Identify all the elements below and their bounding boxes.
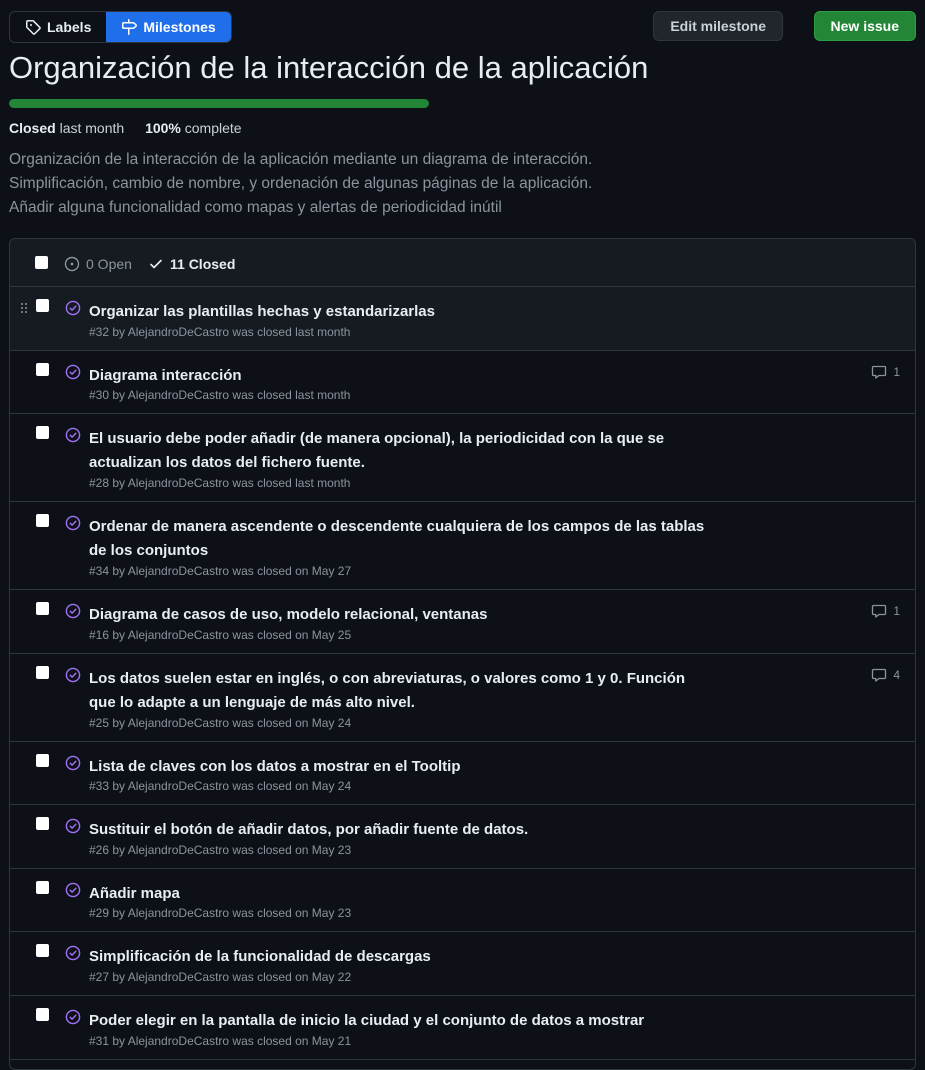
issue-checkbox[interactable]	[36, 514, 49, 527]
milestones-label: Milestones	[143, 19, 216, 35]
edit-milestone-button[interactable]: Edit milestone	[653, 11, 783, 41]
milestone-icon	[122, 19, 138, 35]
issue-row[interactable]: Diagrama interacción #30 by AlejandroDeCa…	[10, 351, 915, 414]
issue-closed-icon	[65, 818, 81, 834]
comment-count: 1	[893, 604, 900, 618]
issue-meta: #31 by AlejandroDeCastro was closed on M…	[89, 1034, 352, 1048]
issue-closed-icon	[65, 755, 81, 771]
toolbar: Labels Milestones Edit milestone New iss…	[9, 11, 916, 43]
issue-row[interactable]: Sustituir el botón de añadir datos, por …	[10, 805, 915, 869]
status-closed-label: Closed	[9, 120, 56, 136]
comment-icon	[872, 668, 887, 682]
issue-checkbox[interactable]	[36, 363, 49, 376]
check-icon	[150, 259, 162, 269]
issue-title[interactable]: Añadir mapa	[89, 882, 709, 906]
issue-row[interactable]: Ordenar de manera ascendente o descenden…	[10, 502, 915, 590]
complete-label: complete	[184, 120, 242, 136]
issue-title[interactable]: Lista de claves con los datos a mostrar …	[89, 755, 709, 779]
issue-checkbox[interactable]	[36, 602, 49, 615]
issue-closed-icon	[65, 945, 81, 961]
issue-title[interactable]: Organizar las plantillas hechas y estand…	[89, 300, 709, 324]
status-closed-when: last month	[59, 120, 125, 136]
issue-closed-icon	[65, 882, 81, 898]
issue-comments[interactable]: 1	[871, 603, 900, 619]
comment-count: 4	[893, 668, 900, 682]
description-line: Organización de la interacción de la apl…	[9, 151, 593, 168]
issue-meta: #34 by AlejandroDeCastro was closed on M…	[89, 564, 352, 578]
issue-title[interactable]: El usuario debe poder añadir (de manera …	[89, 427, 709, 475]
progress-bar-fill	[9, 99, 429, 108]
issue-row[interactable]: Organizar las plantillas hechas y estand…	[10, 287, 915, 351]
issue-row[interactable]: El usuario debe poder añadir (de manera …	[10, 414, 915, 502]
milestone-status: Closed last month 100% complete	[9, 120, 242, 136]
issue-row[interactable]: Simplificación de la funcionalidad de de…	[10, 932, 915, 996]
milestone-title: Organización de la interacción de la apl…	[9, 50, 649, 85]
labels-milestones-switch: Labels Milestones	[9, 11, 232, 43]
issue-checkbox[interactable]	[36, 666, 49, 679]
issue-checkbox[interactable]	[36, 944, 49, 957]
issue-checkbox[interactable]	[36, 1008, 49, 1021]
tag-icon	[26, 20, 41, 35]
select-all-checkbox[interactable]	[35, 256, 48, 269]
issue-closed-icon	[65, 300, 81, 316]
issue-meta: #28 by AlejandroDeCastro was closed last…	[89, 476, 351, 490]
issue-title[interactable]: Simplificación de la funcionalidad de de…	[89, 945, 709, 969]
issue-row[interactable]: Lista de claves con los datos a mostrar …	[10, 742, 915, 805]
issue-open-icon	[64, 256, 80, 272]
issue-title[interactable]: Diagrama de casos de uso, modelo relacio…	[89, 603, 709, 627]
issue-closed-icon	[65, 515, 81, 531]
issue-meta: #32 by AlejandroDeCastro was closed last…	[89, 325, 351, 339]
labels-button[interactable]: Labels	[10, 12, 106, 42]
description-line: Añadir alguna funcionalidad como mapas y…	[9, 199, 502, 216]
issue-checkbox[interactable]	[36, 881, 49, 894]
issue-title[interactable]: Ordenar de manera ascendente o descenden…	[89, 515, 709, 563]
issue-row[interactable]: Diagrama de casos de uso, modelo relacio…	[10, 590, 915, 654]
new-issue-button[interactable]: New issue	[813, 11, 916, 41]
issue-meta: #30 by AlejandroDeCastro was closed last…	[89, 388, 351, 402]
issue-title[interactable]: Sustituir el botón de añadir datos, por …	[89, 818, 709, 842]
issue-meta: #16 by AlejandroDeCastro was closed on M…	[89, 628, 352, 642]
percent-complete: 100%	[145, 120, 181, 136]
closed-filter[interactable]: 11 Closed	[148, 256, 235, 272]
issue-meta: #27 by AlejandroDeCastro was closed on M…	[89, 970, 352, 984]
drag-handle-icon[interactable]	[20, 302, 28, 314]
issue-checkbox[interactable]	[36, 817, 49, 830]
milestone-description: Organización de la interacción de la apl…	[9, 148, 592, 220]
issue-title[interactable]: Poder elegir en la pantalla de inicio la…	[89, 1009, 709, 1033]
progress-bar	[9, 99, 429, 108]
issue-title[interactable]: Diagrama interacción	[89, 364, 709, 388]
comment-count: 1	[893, 365, 900, 379]
issue-closed-icon	[65, 603, 81, 619]
comment-icon	[872, 365, 887, 379]
issue-meta: #29 by AlejandroDeCastro was closed on M…	[89, 906, 352, 920]
issue-meta: #33 by AlejandroDeCastro was closed on M…	[89, 779, 352, 793]
issue-checkbox[interactable]	[36, 426, 49, 439]
issue-title[interactable]: Los datos suelen estar en inglés, o con …	[89, 667, 709, 715]
issue-closed-icon	[65, 1009, 81, 1025]
issue-checkbox[interactable]	[36, 299, 49, 312]
milestones-button[interactable]: Milestones	[106, 12, 231, 42]
labels-label: Labels	[47, 19, 92, 35]
issue-row[interactable]: Los datos suelen estar en inglés, o con …	[10, 654, 915, 742]
description-line: Simplificación, cambio de nombre, y orde…	[9, 175, 593, 192]
issue-closed-icon	[65, 427, 81, 443]
issue-meta: #25 by AlejandroDeCastro was closed on M…	[89, 716, 352, 730]
issue-closed-icon	[65, 364, 81, 380]
issue-checkbox[interactable]	[36, 754, 49, 767]
issue-rows: Organizar las plantillas hechas y estand…	[10, 287, 915, 1060]
open-filter[interactable]: 0 Open	[64, 256, 132, 272]
issue-list-header: 0 Open 11 Closed	[10, 239, 915, 287]
issue-row[interactable]: Poder elegir en la pantalla de inicio la…	[10, 996, 915, 1060]
issue-closed-icon	[65, 667, 81, 683]
issue-comments[interactable]: 4	[871, 667, 900, 683]
comment-icon	[872, 604, 887, 618]
issue-row[interactable]: Añadir mapa #29 by AlejandroDeCastro was …	[10, 869, 915, 932]
issue-comments[interactable]: 1	[871, 364, 900, 380]
closed-count: 11 Closed	[170, 256, 236, 272]
open-count: 0 Open	[86, 256, 132, 272]
issue-list: 0 Open 11 Closed Organizar las plantilla…	[9, 238, 916, 1070]
issue-meta: #26 by AlejandroDeCastro was closed on M…	[89, 843, 352, 857]
